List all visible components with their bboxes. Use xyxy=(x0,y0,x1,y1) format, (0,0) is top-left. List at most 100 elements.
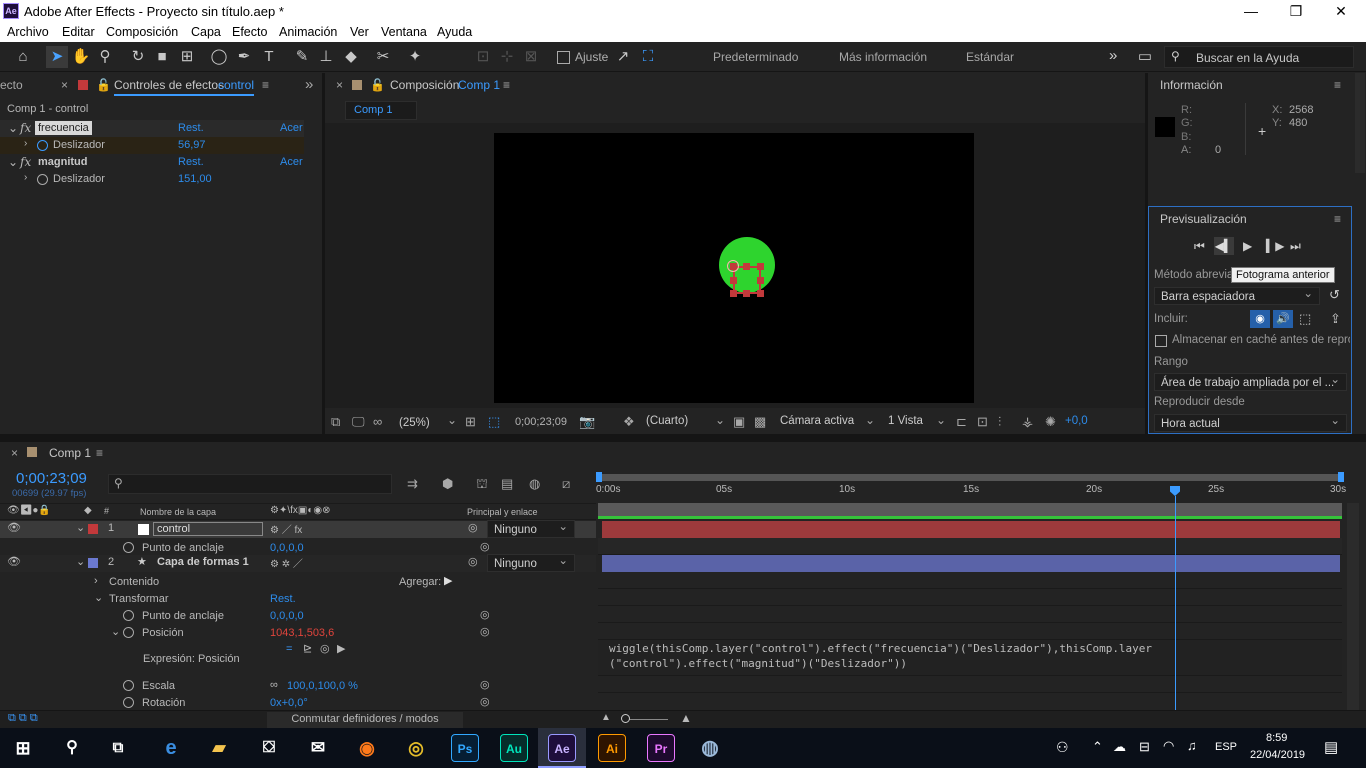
label-icon[interactable]: ◆ xyxy=(84,505,92,516)
expression-pickwhip-icon[interactable]: ◎ xyxy=(480,607,490,624)
zoom-tool-icon[interactable]: ⚲ xyxy=(94,46,116,68)
chevron-down-icon[interactable]: ⌄ xyxy=(8,121,18,135)
safe-zones-icon[interactable]: ⊞ xyxy=(465,414,476,430)
parent-dropdown[interactable]: Ninguno xyxy=(487,518,575,538)
row-contents[interactable]: › Contenido Agregar: ▶ xyxy=(0,573,596,590)
flowchart-icon[interactable]: ⊡ xyxy=(977,414,988,430)
channel-icon[interactable]: ❖ xyxy=(623,414,635,430)
chevron-down-icon[interactable]: ⌄ xyxy=(865,413,875,427)
effect-row-magnitud[interactable]: ⌄ fx magnitud Rest. Acer xyxy=(0,154,304,171)
play-icon[interactable]: ▶ xyxy=(1243,239,1252,253)
chevron-down-icon[interactable]: ⌄ xyxy=(111,624,120,641)
expand-panel-icon[interactable]: » xyxy=(305,73,313,97)
param-row-deslizador-2[interactable]: › Deslizador 151,00 xyxy=(0,171,304,188)
layer-search-input[interactable]: ⚲ xyxy=(108,474,392,494)
resolution-dropdown[interactable]: (Cuarto) xyxy=(646,415,688,427)
timeline-icon[interactable]: ⫶ xyxy=(998,414,1001,430)
fx-icon[interactable]: fx xyxy=(20,155,31,169)
wifi-icon[interactable]: ◠ xyxy=(1163,738,1174,754)
zoom-in-icon[interactable]: ▲ xyxy=(680,711,692,725)
rotate-tool-icon[interactable]: ↻ xyxy=(127,46,149,68)
panel-menu-icon[interactable]: ≡ xyxy=(1334,207,1341,231)
number-column-icon[interactable]: # xyxy=(104,506,109,516)
more-workspaces-icon[interactable]: » xyxy=(1109,47,1117,64)
handle-icon[interactable] xyxy=(730,290,737,297)
playhead-line[interactable] xyxy=(1175,496,1176,710)
chevron-right-icon[interactable]: › xyxy=(24,138,27,149)
prop-position-value[interactable]: 1043,1,503,6 xyxy=(270,625,334,642)
stopwatch-icon[interactable] xyxy=(123,542,134,553)
help-search-input[interactable]: Buscar en la Ayuda xyxy=(1196,51,1299,65)
comp-timecode[interactable]: 0;00;23;09 xyxy=(515,416,567,428)
panel-menu-icon[interactable]: ≡ xyxy=(262,73,269,97)
chevron-down-icon[interactable]: ⌄ xyxy=(447,413,457,427)
stopwatch-icon[interactable] xyxy=(123,627,134,638)
stopwatch-icon[interactable] xyxy=(37,174,48,185)
views-dropdown[interactable]: 1 Vista xyxy=(888,415,923,427)
mail-icon[interactable]: ✉ xyxy=(304,734,332,762)
chevron-right-icon[interactable]: › xyxy=(24,172,27,183)
eye-icon[interactable]: 👁 xyxy=(7,521,21,534)
menu-ventana[interactable]: Ventana xyxy=(381,25,427,39)
chevron-down-icon[interactable]: ⌄ xyxy=(936,413,946,427)
layer-bar-control[interactable] xyxy=(602,521,1340,538)
chrome-icon[interactable]: ◎ xyxy=(402,734,430,762)
menu-ayuda[interactable]: Ayuda xyxy=(437,25,472,39)
language-indicator[interactable]: ESP xyxy=(1215,741,1237,753)
menu-animacion[interactable]: Animación xyxy=(279,25,337,39)
hand-tool-icon[interactable]: ✋ xyxy=(70,46,92,68)
world-axis-icon[interactable]: ⊹ xyxy=(496,46,518,68)
transparency-grid-icon[interactable]: ▩ xyxy=(754,414,766,430)
firefox-icon[interactable]: ◉ xyxy=(353,734,381,762)
layer-name[interactable]: control xyxy=(153,522,263,536)
clock-time[interactable]: 8:59 xyxy=(1266,732,1287,744)
first-frame-icon[interactable]: ⏮ xyxy=(1194,239,1205,254)
close-button[interactable]: ✕ xyxy=(1318,0,1364,23)
eye-icon[interactable]: ◉ xyxy=(1250,310,1270,328)
layer-switches-icon[interactable]: ⚙ ✲ ／ xyxy=(270,555,303,570)
row-position[interactable]: ⌄ Posición 1043,1,503,6 ◎ xyxy=(0,624,596,641)
param-row-deslizador-1[interactable]: › Deslizador 56,97 xyxy=(0,137,304,154)
layer-name-header[interactable]: Nombre de la capa xyxy=(140,507,216,517)
illustrator-icon[interactable]: Ai xyxy=(598,734,626,762)
clock-date[interactable]: 22/04/2019 xyxy=(1250,749,1305,761)
menu-archivo[interactable]: Archivo xyxy=(7,25,49,39)
effect-name[interactable]: frecuencia xyxy=(35,121,92,135)
motion-blur-icon[interactable]: ◍ xyxy=(529,476,540,492)
view-axis-icon[interactable]: ⊠ xyxy=(520,46,542,68)
chevron-down-icon[interactable]: ⌄ xyxy=(76,555,85,568)
preview-title[interactable]: Previsualización xyxy=(1160,207,1247,231)
expression-pickwhip-icon[interactable]: ◎ xyxy=(480,694,490,711)
parent-dropdown[interactable]: Ninguno xyxy=(487,552,575,572)
shortcut-dropdown[interactable]: Barra espaciadora xyxy=(1154,285,1320,305)
overlay-icon[interactable]: ⬚ xyxy=(1299,311,1311,327)
anchor-point-icon[interactable] xyxy=(727,260,739,272)
puppet-tool-icon[interactable]: ✦ xyxy=(404,46,426,68)
after-effects-icon[interactable]: Ae xyxy=(548,734,576,762)
effects-tab-left[interactable]: ecto xyxy=(0,73,23,97)
panel-menu-icon[interactable]: ≡ xyxy=(96,441,103,465)
effect-about[interactable]: Acer xyxy=(280,156,303,168)
reset-icon[interactable]: ↺ xyxy=(1329,287,1340,303)
chevron-down-icon[interactable]: ⌄ xyxy=(76,521,85,534)
work-area-end[interactable] xyxy=(1338,472,1344,482)
pan-behind-tool-icon[interactable]: ⊞ xyxy=(176,46,198,68)
cloud-icon[interactable]: ☁ xyxy=(1113,739,1126,755)
prop-anchor-value[interactable]: 0,0,0,0 xyxy=(270,608,304,625)
effect-about[interactable]: Acer xyxy=(280,122,303,134)
menu-efecto[interactable]: Efecto xyxy=(232,25,267,39)
stopwatch-icon[interactable] xyxy=(123,697,134,708)
expression-text[interactable]: wiggle(thisComp.layer("control").effect(… xyxy=(609,642,1339,671)
eye-icon[interactable]: 👁 xyxy=(7,555,21,568)
expression-pickwhip-icon[interactable]: ◎ xyxy=(480,624,490,641)
stopwatch-icon[interactable] xyxy=(123,610,134,621)
timeline-timecode[interactable]: 0;00;23;09 xyxy=(16,470,87,487)
fast-previews-icon[interactable]: ▣ xyxy=(733,414,745,430)
zoom-out-icon[interactable]: ▲ xyxy=(601,712,611,723)
exposure-reset-icon[interactable]: ✺ xyxy=(1045,414,1056,430)
close-icon[interactable]: × xyxy=(336,73,343,97)
chevron-down-icon[interactable]: ⌄ xyxy=(8,155,18,169)
effect-row-frecuencia[interactable]: ⌄ fx frecuencia Rest. Acer xyxy=(0,120,304,137)
layer-row-control[interactable]: 👁 ⌄ 1 control ⚙ ／ fx ◎ Ninguno xyxy=(0,518,596,538)
close-icon[interactable]: × xyxy=(11,441,18,465)
